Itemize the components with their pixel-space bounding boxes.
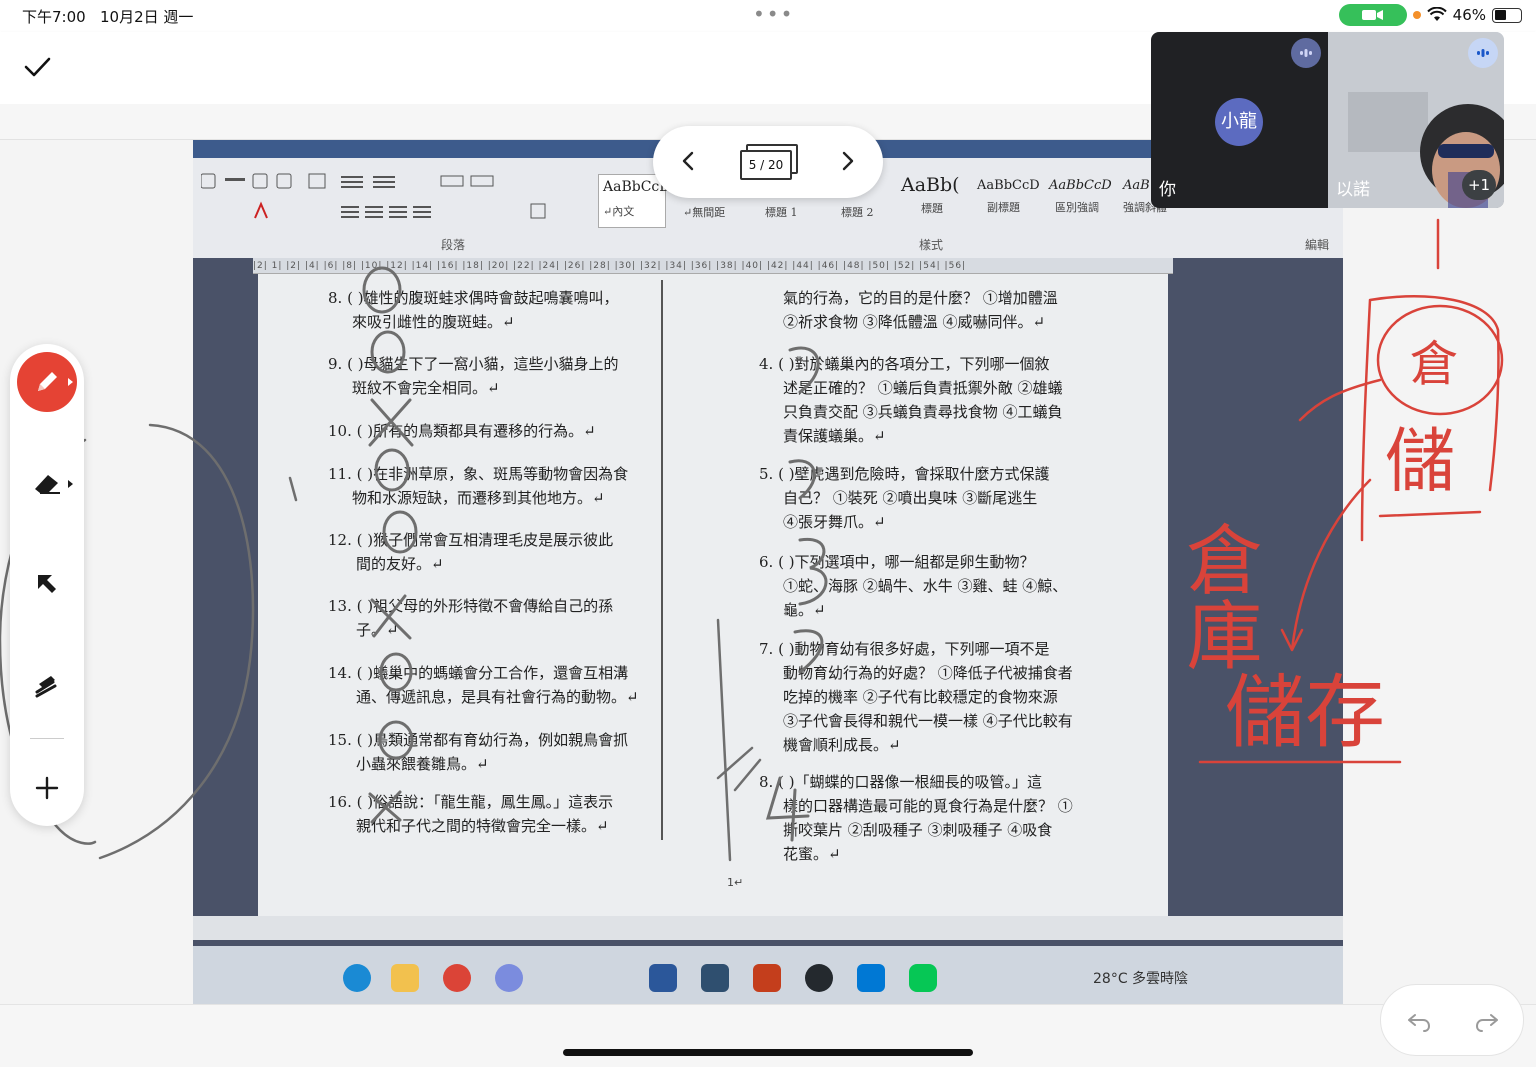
participant-name: 你 xyxy=(1159,180,1176,200)
page-counter[interactable]: 5 / 20 xyxy=(740,150,792,180)
mic-in-use-icon xyxy=(1412,11,1421,19)
question-right-6: 6. ( )下列選項中，哪一組都是卵生動物？ ①蛇、海豚 ②蝸牛、水牛 ③雞、蛙 … xyxy=(759,553,1068,619)
undo-icon xyxy=(1408,1014,1430,1032)
wifi-icon xyxy=(1426,7,1447,21)
eraser-tool[interactable] xyxy=(17,454,77,514)
previous-page-chevron-icon[interactable] xyxy=(677,149,701,173)
ribbon-group-editing: 編輯 xyxy=(1305,238,1330,252)
question-left-11: 11. ( )在非洲草原，象、斑馬等動物會因為食 物和水源短缺，而遷移到其他地方。… xyxy=(328,465,629,507)
speaking-indicator-icon xyxy=(1291,38,1321,68)
camera-in-use-icon[interactable] xyxy=(1338,4,1407,26)
question-right-7: 7. ( )動物育幼有很多好處，下列哪一項不是 動物育幼行為的好處？ ①降低子代被… xyxy=(759,640,1073,754)
red-note-cang: 倉 xyxy=(1410,336,1458,392)
selection-tool[interactable] xyxy=(17,554,77,614)
vscode-icon xyxy=(857,964,885,992)
undo-button[interactable] xyxy=(1405,1007,1433,1035)
battery-icon xyxy=(1492,7,1522,23)
ribbon-group-styles: 樣式 xyxy=(919,238,944,252)
plus-icon xyxy=(35,776,59,800)
red-circle-stroke xyxy=(1376,304,1504,416)
question-left-16: 16. ( )俗語說：「龍生龍，鳳生鳳。」這表示 親代和子代之間的特徵會完全一樣。… xyxy=(328,793,614,835)
participant-tile-self[interactable]: 小龍 你 xyxy=(1151,32,1328,208)
style-title: AaBb(標題 xyxy=(901,174,960,215)
file-explorer-icon xyxy=(391,964,419,992)
red-note-chu: 儲 xyxy=(1385,420,1455,502)
status-bar: 下午7:00 10月2日 週一 ••• 46% xyxy=(0,0,1536,32)
question-left-8: 8. ( )雄性的腹斑蛙求偶時會鼓起鳴囊鳴叫， 來吸引雌性的腹斑蛙。↵ xyxy=(328,289,619,331)
select-arrow-icon xyxy=(38,575,56,593)
done-check-icon[interactable] xyxy=(22,52,52,82)
ribbon-format-buttons xyxy=(201,173,546,219)
laser-pointer-icon xyxy=(35,676,57,698)
more-participants-badge[interactable]: +1 xyxy=(1462,170,1496,200)
chrome-icon xyxy=(443,964,471,992)
multitasking-dots[interactable]: ••• xyxy=(753,2,794,26)
question-left-12: 12. ( )猴子們常會互相清理毛皮是展示彼此 間的友好。↵ xyxy=(328,531,614,573)
word-status-bar xyxy=(193,916,1343,940)
whiteboard-screen: 下午7:00 10月2日 週一 ••• 46% AaBbCcD ↵內文 ↵無間距… xyxy=(0,0,1536,1067)
avatar: 小龍 xyxy=(1215,98,1263,146)
style-normal: AaBbCcD ↵內文 xyxy=(598,174,670,228)
palette-divider xyxy=(30,738,64,739)
speaking-indicator-icon xyxy=(1468,38,1498,68)
github-icon xyxy=(805,964,833,992)
participant-name: 以諾 xyxy=(1336,180,1370,200)
laser-tool[interactable] xyxy=(17,656,77,716)
red-box-stroke xyxy=(1360,295,1500,542)
page-number: 1↵ xyxy=(727,876,744,889)
question-right-8: 8. ( )「蝴蝶的口器像一根細長的吸管。」這 樣的口器構造最可能的覓食行為是什麼… xyxy=(759,773,1073,863)
participant-tile-other[interactable]: 以諾 +1 xyxy=(1328,32,1504,208)
question-right-5: 5. ( )壁虎遇到危險時，會採取什麼方式保護 自己？ ①裝死 ②噴出臭味 ③斷尾… xyxy=(759,465,1050,531)
tool-options-caret-icon xyxy=(68,480,73,488)
redo-button[interactable] xyxy=(1473,1007,1501,1035)
status-time: 下午7:00 10月2日 週一 xyxy=(22,8,194,26)
eraser-icon xyxy=(35,475,60,494)
app-icon xyxy=(701,964,729,992)
status-icons: 46% xyxy=(1338,4,1522,26)
page-navigator: 5 / 20 xyxy=(653,126,883,198)
question-left-9: 9. ( )母貓生下了一窩小貓，這些小貓身上的 斑紋不會完全相同。↵ xyxy=(328,355,619,397)
home-indicator[interactable] xyxy=(563,1049,973,1056)
edge-icon xyxy=(343,964,371,992)
style-subtle-emphasis: AaBbCcD 區別強調 xyxy=(1049,178,1112,214)
bottom-bar xyxy=(0,1004,1536,1067)
question-right-3: 氣的行為，它的目的是什麼？ ①增加體溫 ②祈求食物 ③降低體溫 ④威嚇同伴。↵ xyxy=(783,289,1058,331)
redo-icon xyxy=(1476,1014,1498,1032)
undo-redo-group xyxy=(1380,984,1524,1056)
column-divider xyxy=(661,280,663,840)
question-right-4: 4. ( )對於蟻巢內的各項分工，下列哪一個敘 述是正確的？ ①蟻后負責抵禦外敵 … xyxy=(759,355,1063,445)
document-photo: AaBbCcD ↵內文 ↵無間距 標題 1 標題 2 AaBb(標題 AaBbC… xyxy=(193,140,1343,1004)
pen-tool[interactable] xyxy=(17,352,77,412)
question-left-14: 14. ( )蟻巢中的螞蟻會分工合作，還會互相溝 通、傳遞訊息，是具有社會行為的動… xyxy=(328,664,639,706)
next-page-chevron-icon[interactable] xyxy=(835,149,859,173)
photos-icon xyxy=(495,964,523,992)
question-left-15: 15. ( )鳥類通常都有育幼行為，例如親鳥會抓 小蟲來餵養雛鳥。↵ xyxy=(328,731,629,773)
line-icon xyxy=(909,964,937,992)
windows-taskbar: 28°C 多雲時陰 xyxy=(193,946,1343,1004)
ribbon-group-paragraph: 段落 xyxy=(441,238,466,252)
powerpoint-icon xyxy=(753,964,781,992)
word-icon xyxy=(649,964,677,992)
ruler: |2| 1| |2| |4| |6| |8| |10| |12| |14| |1… xyxy=(253,258,1173,274)
add-tool[interactable] xyxy=(17,758,77,818)
tool-palette xyxy=(10,344,84,826)
question-left-13: 13. ( )祖父母的外形特徵不會傳給自己的孫 子。↵ xyxy=(328,597,614,639)
pen-icon xyxy=(38,372,57,391)
tool-options-caret-icon xyxy=(68,378,73,386)
taskbar-weather: 28°C 多雲時陰 xyxy=(1093,971,1189,987)
style-subtitle: AaBbCcD 副標題 xyxy=(977,178,1040,214)
question-left-10: 10. ( )所有的鳥類都具有遷移的行為。↵ xyxy=(328,422,596,440)
battery-percent: 46% xyxy=(1452,6,1486,24)
red-underline-stroke xyxy=(1378,510,1482,518)
